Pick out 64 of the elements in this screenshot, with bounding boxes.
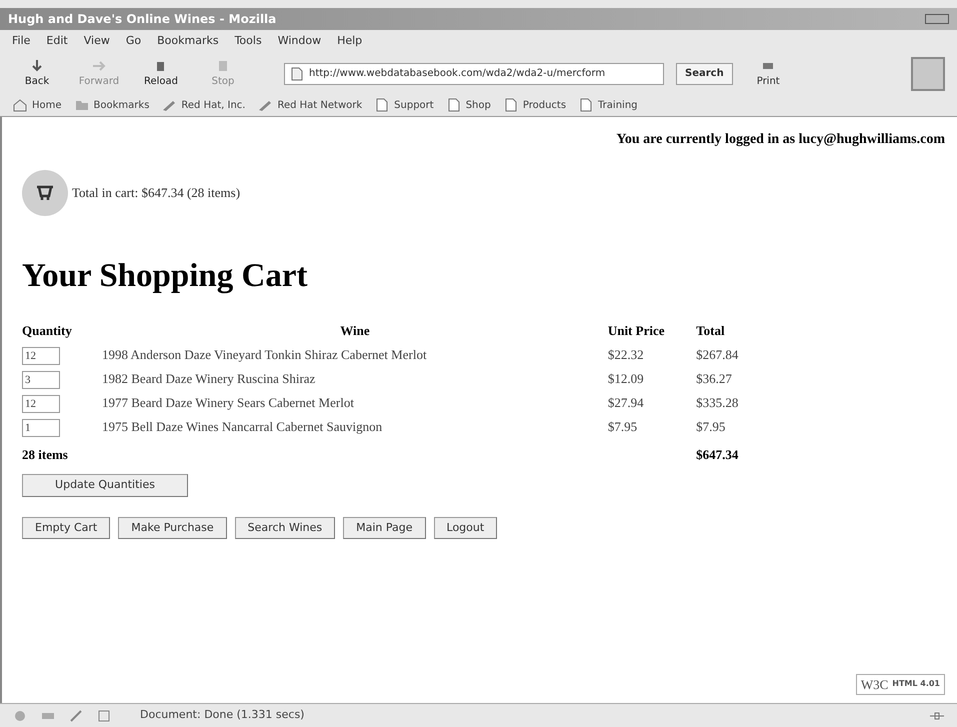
wine-cell-text: 1982 Beard Daze Winery Ruscina Shiraz (102, 370, 316, 388)
menu-item[interactable]: File (12, 33, 30, 50)
column-header: Total (696, 322, 726, 340)
badge-label: HTML 4.01 (892, 678, 940, 690)
status-text: Document: Done (1.331 secs) (140, 707, 304, 724)
cart-icon (22, 170, 68, 216)
bookmark-link[interactable]: Bookmarks (74, 97, 150, 113)
address-field[interactable]: http://www.webdatabasebook.com/wda2/wda2-u/mercform (284, 62, 664, 84)
quantity-field[interactable]: 1 (22, 418, 60, 436)
unit-price-cell-text: $12.09 (608, 370, 645, 388)
menu-item[interactable]: Tools (234, 33, 262, 50)
pen-icon (68, 708, 84, 724)
page-button[interactable]: Empty Cart (22, 516, 110, 539)
menu-item[interactable]: Help (337, 33, 362, 50)
unit-price-cell-text: $7.95 (608, 418, 638, 436)
page-button[interactable]: Main Page (343, 516, 426, 539)
window-title: Hugh and Dave's Online Wines - Mozilla (8, 11, 278, 28)
page-button[interactable]: Logout (434, 516, 498, 539)
bookmark-link[interactable]: Shop (446, 97, 491, 113)
bookmark-link[interactable]: Red Hat Network (257, 97, 362, 113)
wine-cell-text: 1977 Beard Daze Winery Sears Cabernet Merlot (102, 394, 355, 412)
bookmark-link[interactable]: Products (502, 97, 566, 113)
total-cell-text: $267.84 (696, 346, 740, 364)
menu-item[interactable]: View (84, 33, 110, 50)
menu-item[interactable]: Window (278, 33, 322, 50)
page-icon (502, 97, 519, 113)
page-button[interactable]: Make Purchase (118, 516, 227, 539)
page-heading: Your Shopping Cart (22, 256, 308, 296)
home-icon (12, 97, 28, 113)
page-button[interactable]: Search Wines (234, 516, 336, 539)
quantity-field[interactable]: 12 (22, 346, 60, 364)
page-icon (289, 66, 305, 82)
page-icon (374, 97, 390, 113)
wine-cell-text: 1998 Anderson Daze Vineyard Tonkin Shiraz Cabernet Merlot (102, 346, 428, 364)
print-button[interactable]: Print (756, 58, 780, 89)
search-button[interactable]: Search (676, 62, 733, 84)
unit-price-cell-text: $27.94 (608, 394, 645, 412)
bookmark-link[interactable]: Home (12, 97, 62, 113)
page-icon (446, 97, 462, 113)
column-header: Unit Price (608, 322, 666, 340)
total-cell-text: $7.95 (696, 418, 726, 436)
column-header: Wine (339, 322, 371, 340)
update-quantities-button[interactable]: Update Quantities (22, 474, 188, 496)
bookmark-link[interactable]: Training (578, 97, 638, 113)
wine-cell-text: 1975 Bell Daze Wines Nancarral Cabernet Sauvignon (102, 418, 384, 436)
badge-logo: W3C (860, 676, 888, 694)
login-notice: You are currently logged in as lucy@hughwilliams.com (616, 130, 945, 148)
total-cell-text: $36.27 (696, 370, 733, 388)
total-cell-text: $335.28 (696, 394, 740, 412)
grand-total: $647.34 (696, 446, 740, 464)
menu-item[interactable]: Edit (46, 33, 68, 50)
quantity-field[interactable]: 12 (22, 394, 60, 412)
toolbar-button[interactable]: Back (12, 58, 62, 89)
menu-item[interactable]: Bookmarks (157, 33, 219, 50)
toolbar-button[interactable]: Reload (136, 58, 186, 89)
quantity-field[interactable]: 3 (22, 370, 60, 388)
page-icon (578, 97, 594, 113)
column-header: Quantity (22, 322, 73, 340)
bookmark-link[interactable]: Red Hat, Inc. (161, 97, 246, 113)
bookmark-link[interactable]: Support (374, 97, 434, 113)
unit-price-cell-text: $22.32 (608, 346, 645, 364)
item-count: 28 items (22, 446, 69, 464)
menu-item[interactable]: Go (126, 33, 142, 50)
cart-summary: Total in cart: $647.34 (28 items) (72, 184, 240, 202)
